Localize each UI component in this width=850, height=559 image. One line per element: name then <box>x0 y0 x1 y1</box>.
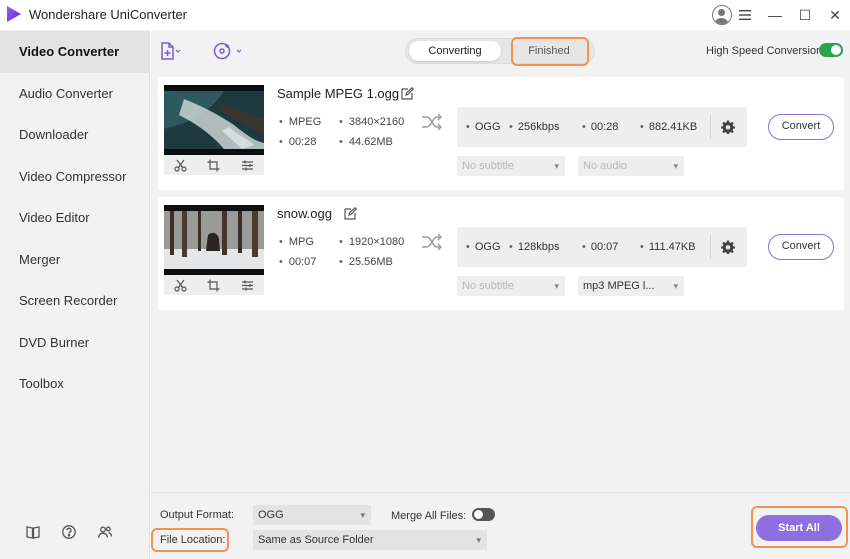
output-format-value: OGG <box>258 509 284 521</box>
video-thumbnail[interactable] <box>164 85 264 155</box>
add-dvd-icon <box>213 42 242 60</box>
subtitle-select[interactable]: No subtitle ▾ <box>457 276 565 296</box>
source-size: 44.62MB <box>339 136 393 148</box>
users-icon[interactable] <box>97 524 113 540</box>
sidebar-item-audio-converter[interactable]: Audio Converter <box>0 73 150 115</box>
trim-icon[interactable] <box>174 278 188 292</box>
chevron-down-icon: ▾ <box>476 535 481 545</box>
convert-arrow-icon <box>422 233 442 251</box>
menu-icon[interactable] <box>730 0 760 30</box>
convert-arrow-icon <box>422 113 442 131</box>
high-speed-toggle[interactable] <box>819 43 843 57</box>
sidebar-item-dvd-burner[interactable]: DVD Burner <box>0 322 150 364</box>
tab-converting[interactable]: Converting <box>409 41 501 61</box>
output-settings[interactable]: OGG 128kbps 00:07 111.47KB <box>457 227 747 267</box>
convert-button[interactable]: Convert <box>768 114 834 140</box>
account-avatar-icon[interactable] <box>712 5 732 25</box>
output-format-label: Output Format: <box>160 509 234 521</box>
app-title: Wondershare UniConverter <box>29 7 187 22</box>
trim-icon[interactable] <box>174 158 188 172</box>
audio-value: mp3 MPEG l... <box>583 280 655 292</box>
output-format: OGG <box>466 121 501 133</box>
subtitle-select[interactable]: No subtitle ▾ <box>457 156 565 176</box>
high-speed-label: High Speed Conversion <box>706 45 823 57</box>
sidebar: Video Converter Audio Converter Download… <box>0 30 150 559</box>
close-button[interactable]: ✕ <box>820 0 850 30</box>
start-all-button[interactable]: Start All <box>756 515 842 541</box>
chevron-down-icon: ▾ <box>360 510 365 520</box>
gear-icon[interactable] <box>721 240 735 254</box>
file-name: snow.ogg <box>277 206 332 221</box>
divider <box>710 235 711 259</box>
minimize-button[interactable]: — <box>760 0 790 30</box>
output-bitrate: 128kbps <box>509 241 560 253</box>
file-card: Sample MPEG 1.ogg MPEG 3840×2160 00:28 4… <box>158 77 844 190</box>
source-duration: 00:07 <box>279 256 317 268</box>
output-format: OGG <box>466 241 501 253</box>
audio-value: No audio <box>583 160 628 172</box>
file-location-select[interactable]: Same as Source Folder ▾ <box>253 530 487 550</box>
thumbnail-tools <box>164 275 264 295</box>
sidebar-item-video-editor[interactable]: Video Editor <box>0 197 150 239</box>
subtitle-value: No subtitle <box>462 280 514 292</box>
crop-icon[interactable] <box>207 158 221 172</box>
output-size: 882.41KB <box>640 121 697 133</box>
sidebar-item-video-compressor[interactable]: Video Compressor <box>0 156 150 198</box>
help-icon[interactable] <box>61 524 77 540</box>
add-file-icon <box>161 42 181 60</box>
divider <box>710 115 711 139</box>
output-settings[interactable]: OGG 256kbps 00:28 882.41KB <box>457 107 747 147</box>
title-bar: Wondershare UniConverter — ☐ ✕ <box>0 0 850 30</box>
source-duration: 00:28 <box>279 136 317 148</box>
source-size: 25.56MB <box>339 256 393 268</box>
source-resolution: 1920×1080 <box>339 236 404 248</box>
sidebar-item-screen-recorder[interactable]: Screen Recorder <box>0 280 150 322</box>
sidebar-footer <box>0 514 150 559</box>
finished-tab-highlight <box>511 37 589 66</box>
subtitle-value: No subtitle <box>462 160 514 172</box>
audio-select[interactable]: No audio ▾ <box>578 156 684 176</box>
maximize-button[interactable]: ☐ <box>790 0 820 30</box>
crop-icon[interactable] <box>207 278 221 292</box>
book-icon[interactable] <box>25 524 41 540</box>
source-format: MPEG <box>279 116 321 128</box>
thumbnail-tools <box>164 155 264 175</box>
output-bitrate: 256kbps <box>509 121 560 133</box>
chevron-down-icon: ▾ <box>673 281 678 291</box>
file-location-highlight <box>151 528 229 552</box>
file-card: snow.ogg MPG 1920×1080 00:07 25.56MB OGG… <box>158 197 844 310</box>
footer-bar: Output Format: OGG ▾ Merge All Files: Fil… <box>151 492 850 559</box>
sidebar-item-video-converter[interactable]: Video Converter <box>0 31 150 73</box>
video-thumbnail[interactable] <box>164 205 264 275</box>
effects-icon[interactable] <box>240 278 254 292</box>
gear-icon[interactable] <box>721 120 735 134</box>
sidebar-item-merger[interactable]: Merger <box>0 239 150 281</box>
output-duration: 00:28 <box>582 121 619 133</box>
main-panel: Converting Finished High Speed Conversio… <box>151 30 850 492</box>
sidebar-item-toolbox[interactable]: Toolbox <box>0 363 150 405</box>
source-resolution: 3840×2160 <box>339 116 404 128</box>
file-location-value: Same as Source Folder <box>258 534 374 546</box>
convert-button[interactable]: Convert <box>768 234 834 260</box>
source-format: MPG <box>279 236 314 248</box>
file-name: Sample MPEG 1.ogg <box>277 86 400 101</box>
output-duration: 00:07 <box>582 241 619 253</box>
add-file-button[interactable] <box>159 40 181 62</box>
effects-icon[interactable] <box>240 158 254 172</box>
chevron-down-icon: ▾ <box>554 161 559 171</box>
chevron-down-icon: ▾ <box>673 161 678 171</box>
audio-select[interactable]: mp3 MPEG l... ▾ <box>578 276 684 296</box>
edit-name-icon[interactable] <box>400 87 414 101</box>
add-dvd-button[interactable] <box>212 40 246 62</box>
output-format-select[interactable]: OGG ▾ <box>253 505 371 525</box>
sidebar-item-downloader[interactable]: Downloader <box>0 114 150 156</box>
toolbar: Converting Finished High Speed Conversio… <box>151 30 850 72</box>
output-size: 111.47KB <box>640 241 696 253</box>
edit-name-icon[interactable] <box>343 207 357 221</box>
app-logo-icon <box>7 6 21 22</box>
chevron-down-icon: ▾ <box>554 281 559 291</box>
merge-label: Merge All Files: <box>391 510 467 522</box>
merge-toggle[interactable] <box>472 508 495 521</box>
